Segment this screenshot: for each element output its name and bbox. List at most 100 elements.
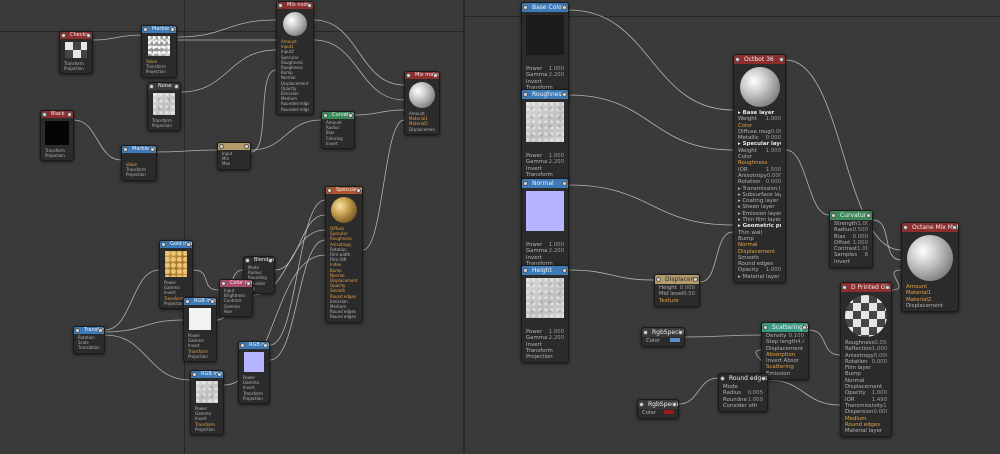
node-input-row[interactable]: Invert: [834, 259, 868, 265]
node-input-row[interactable]: Material layer: [845, 428, 887, 434]
node-output-socket[interactable]: [562, 5, 567, 10]
node-header[interactable]: Black: [41, 111, 73, 118]
node-marble-tex-2[interactable]: Marble texture ValueTransformProjection: [121, 145, 157, 181]
node-wire[interactable]: [180, 49, 277, 93]
node-header[interactable]: Marble texture: [142, 26, 176, 33]
node-output-socket[interactable]: [150, 147, 155, 152]
node-wire[interactable]: [872, 219, 902, 261]
node-curvature[interactable]: CurvatureStrength1.000Radius0.500Bias0.0…: [829, 210, 873, 269]
node-input-socket[interactable]: [406, 73, 411, 78]
node-header[interactable]: Curvature: [322, 112, 354, 119]
node-pink-node[interactable]: Color correctionInputBrightnessContrastG…: [219, 279, 253, 318]
node-mix-material[interactable]: Octane Mix Mater AmountMaterial1Material2…: [901, 222, 959, 313]
node-input-socket[interactable]: [185, 299, 190, 304]
node-output-socket[interactable]: [307, 3, 312, 8]
node-input-row[interactable]: Rounded edges: [281, 107, 309, 112]
node-output-socket[interactable]: [672, 402, 677, 407]
node-wire[interactable]: [269, 199, 326, 346]
node-wire[interactable]: [699, 231, 734, 283]
node-output-socket[interactable]: [348, 113, 353, 118]
node-input-row[interactable]: Color: [642, 410, 674, 416]
node-input-row[interactable]: Projection: [126, 172, 152, 177]
node-output-socket[interactable]: [562, 268, 567, 273]
node-rough-tex-small[interactable]: RGB image PowerGammaInvertTransformProjec…: [190, 370, 224, 436]
node-normal[interactable]: Normal Power 1.000 Gamma 2.200 Invert Transfor…: [521, 178, 569, 277]
node-input-row[interactable]: Color: [646, 338, 680, 344]
color-swatch[interactable]: [664, 410, 674, 414]
node-output-socket[interactable]: [761, 376, 766, 381]
node-displacement[interactable]: DisplacementHeight0.000Mid level0.500Tex…: [654, 274, 700, 307]
node-input-row[interactable]: Projection: [152, 123, 176, 128]
node-input-row[interactable]: Hue: [224, 309, 248, 314]
node-input-socket[interactable]: [327, 188, 332, 193]
node-wire[interactable]: [767, 379, 841, 406]
node-wire[interactable]: [684, 334, 762, 338]
node-output-socket[interactable]: [802, 325, 807, 330]
node-input-row[interactable]: Texture: [659, 298, 695, 304]
node-output-socket[interactable]: [952, 225, 957, 230]
node-output-socket[interactable]: [210, 299, 215, 304]
node-output-socket[interactable]: [263, 343, 268, 348]
node-tan-node[interactable]: Input Min Max: [217, 142, 251, 170]
node-output-socket[interactable]: [246, 281, 251, 286]
node-roughness[interactable]: Roughness Power 1.000 Gamma 2.200 Invert Trans…: [521, 89, 569, 188]
node-header[interactable]: Noise: [148, 83, 180, 90]
node-input-row[interactable]: Projection: [243, 396, 265, 401]
node-header[interactable]: RgbSpectrum: [638, 400, 678, 409]
node-input-socket[interactable]: [278, 3, 283, 8]
node-wire[interactable]: [274, 214, 326, 271]
node-wire[interactable]: [891, 269, 902, 291]
node-editor-canvas[interactable]: ChecksTransformProjectionMarble textureV…: [0, 0, 1000, 454]
node-output-socket[interactable]: [186, 242, 191, 247]
node-wire[interactable]: [568, 94, 734, 151]
node-wire[interactable]: [568, 269, 655, 281]
node-input-socket[interactable]: [221, 281, 226, 286]
node-wire[interactable]: [104, 334, 191, 381]
node-input-row[interactable]: Max: [222, 161, 246, 166]
node-output-socket[interactable]: [866, 213, 871, 218]
node-output-socket[interactable]: [885, 285, 890, 290]
node-wire[interactable]: [269, 239, 326, 361]
node-input-value[interactable]: 1.000: [766, 148, 781, 154]
node-rgb-spectrum-2[interactable]: RgbSpectrumColor: [637, 399, 679, 420]
node-input-socket[interactable]: [831, 213, 836, 218]
node-input-socket[interactable]: [763, 325, 768, 330]
node-input-socket[interactable]: [219, 144, 224, 149]
node-header[interactable]: Scattering Me: [762, 323, 808, 332]
node-round-edges[interactable]: Round edges Mode Radius 0.005 Roundne 1.000 Co…: [718, 373, 768, 413]
node-header[interactable]: RGB image: [191, 371, 223, 378]
node-header[interactable]: RGB image: [184, 298, 216, 305]
node-header[interactable]: Specular material: [326, 187, 362, 194]
node-input-value[interactable]: 2.200: [549, 159, 564, 165]
node-input-row[interactable]: ▸ Material layer: [738, 274, 781, 280]
node-rgb-spectrum-1[interactable]: RgbSpectrumColor: [641, 327, 685, 348]
node-output-socket[interactable]: [244, 144, 249, 149]
node-oct-material[interactable]: Octbot 36 ▸ Base layer Weight 1.000 Color Dif…: [733, 54, 786, 284]
node-input-socket[interactable]: [192, 372, 197, 377]
node-header[interactable]: Curvature: [830, 211, 872, 220]
node-input-socket[interactable]: [75, 328, 80, 333]
node-input-value[interactable]: 0.500: [683, 291, 695, 297]
node-wire[interactable]: [362, 119, 405, 251]
node-input-socket[interactable]: [643, 330, 648, 335]
node-header[interactable]: Mix material: [405, 72, 439, 79]
node-header[interactable]: D Printed Glass: [841, 283, 891, 292]
node-input-row[interactable]: Projection: [195, 427, 219, 432]
node-input-socket[interactable]: [842, 285, 847, 290]
node-header[interactable]: Round edges: [719, 374, 767, 383]
node-header[interactable]: Transform: [74, 327, 104, 334]
node-input-row[interactable]: Projection: [146, 69, 172, 74]
node-input-socket[interactable]: [123, 147, 128, 152]
node-output-socket[interactable]: [67, 112, 72, 117]
node-input-socket[interactable]: [656, 277, 661, 282]
node-header[interactable]: Gold image: [160, 241, 192, 248]
node-wire[interactable]: [354, 109, 405, 116]
node-wire[interactable]: [678, 377, 719, 405]
node-input-socket[interactable]: [245, 258, 250, 263]
node-input-socket[interactable]: [323, 113, 328, 118]
node-input-row[interactable]: Emission: [766, 371, 804, 377]
node-header[interactable]: Mix node: [277, 2, 313, 9]
node-wire[interactable]: [250, 69, 277, 153]
node-output-socket[interactable]: [217, 372, 222, 377]
node-input-socket[interactable]: [523, 181, 528, 186]
